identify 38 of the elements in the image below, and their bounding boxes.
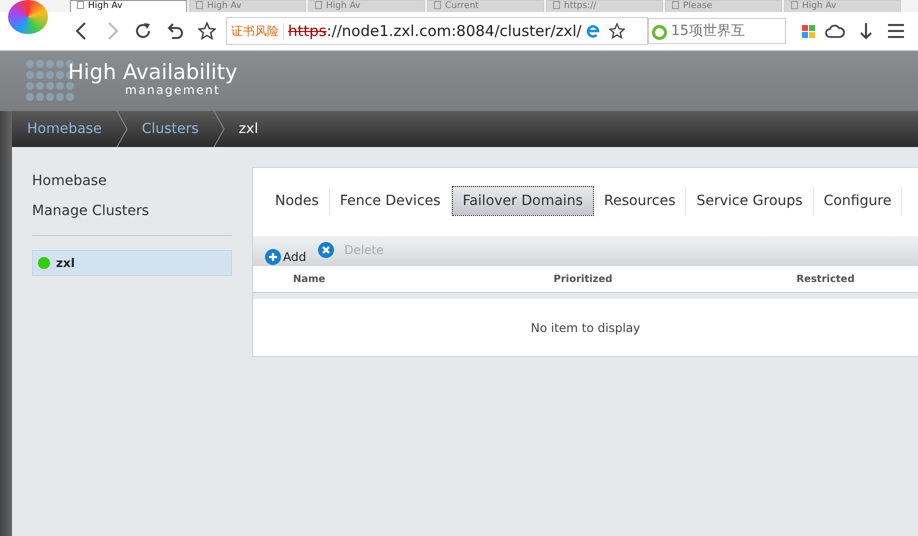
tab[interactable]: Failover Domains [452, 186, 594, 216]
column-header[interactable]: Restricted [733, 274, 918, 284]
sidebar-link[interactable]: Manage Clusters [32, 203, 232, 219]
plus-icon [265, 249, 281, 265]
address-bar[interactable]: 证书风险 https://node1.zxl.com:8084/cluster/zxl/ [226, 17, 648, 45]
cloud-icon[interactable] [825, 23, 845, 39]
tab[interactable]: Configure [814, 187, 902, 215]
tab[interactable]: Resources [594, 187, 686, 215]
tab[interactable]: Service Groups [686, 187, 814, 215]
download-icon[interactable] [859, 22, 873, 40]
cluster-name: zxl [56, 256, 75, 270]
url-text: https [288, 22, 327, 40]
chevron-separator-icon [212, 111, 225, 147]
search-field[interactable]: 15项世界互 [648, 18, 786, 44]
star-icon[interactable] [608, 23, 625, 39]
undo-icon[interactable] [166, 22, 184, 40]
breadcrumb-link[interactable]: Homebase [27, 121, 102, 137]
browser-mode-icon[interactable] [584, 23, 601, 39]
empty-message: No item to display [530, 320, 640, 334]
add-button[interactable]: Add [265, 249, 306, 266]
reload-icon[interactable] [134, 22, 152, 40]
browser-tab[interactable]: High Av [70, 0, 187, 12]
app-title: High Availability [68, 60, 238, 84]
chevron-separator-icon [116, 111, 128, 147]
menu-icon[interactable] [887, 23, 905, 39]
sidebar-link[interactable]: Homebase [32, 173, 232, 189]
app-subtitle: management [125, 84, 220, 96]
close-icon [318, 242, 334, 258]
url-text: ://node1.zxl.com:8084/cluster/zxl/ [326, 22, 582, 40]
breadcrumb-link[interactable]: Clusters [142, 121, 199, 137]
cluster-item[interactable]: zxl [32, 250, 232, 276]
apps-icon[interactable] [802, 24, 815, 38]
tab[interactable]: Nodes [265, 187, 330, 215]
column-header[interactable]: Name [253, 274, 433, 284]
column-header[interactable]: Prioritized [433, 274, 733, 284]
star-icon[interactable] [198, 22, 216, 40]
breadcrumb-link[interactable]: zxl [238, 121, 258, 137]
browser-logo-icon [8, 0, 48, 34]
